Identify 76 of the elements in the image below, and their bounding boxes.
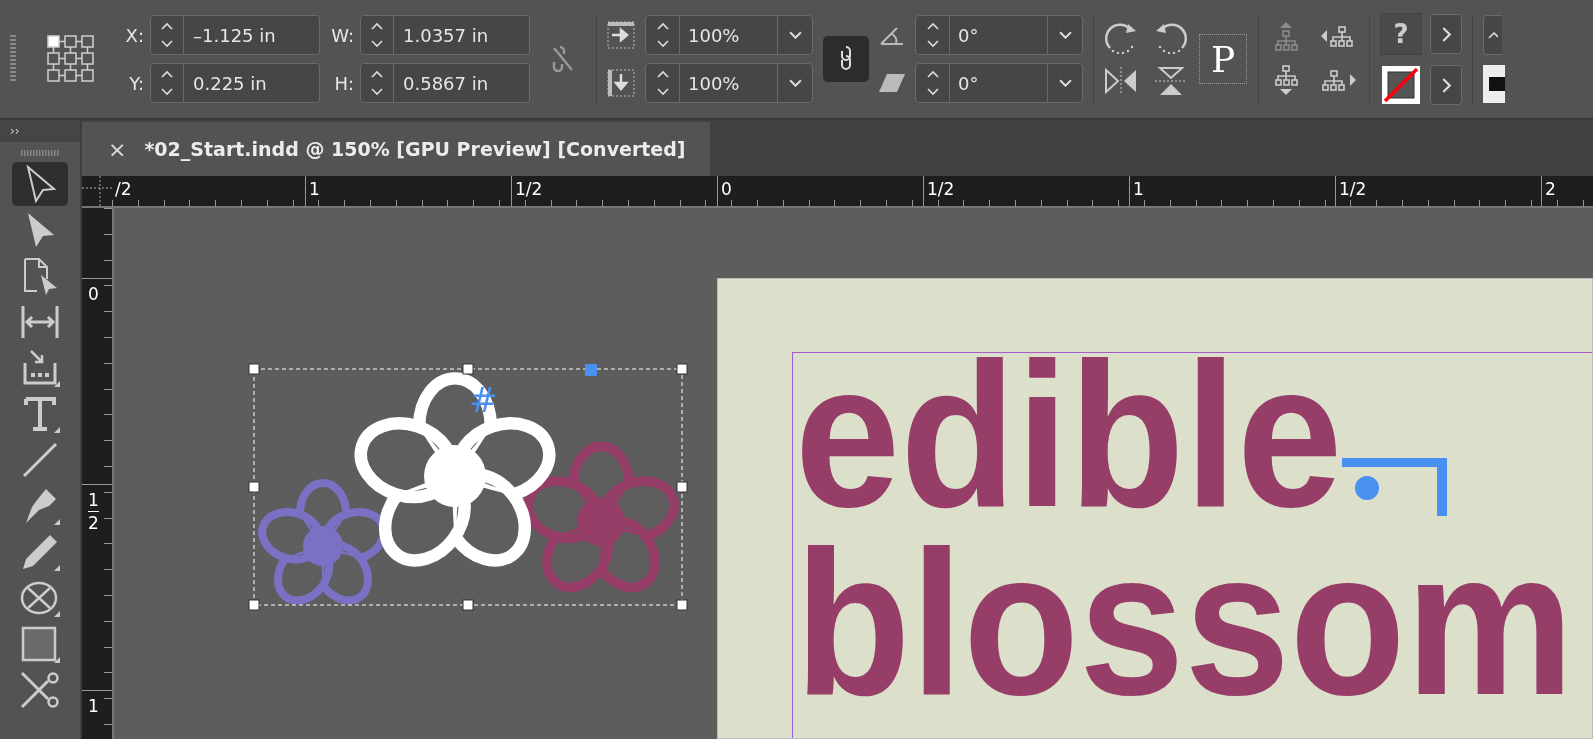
input-field[interactable]: 0.225 in xyxy=(184,63,320,103)
chevron-right-icon xyxy=(1441,77,1451,93)
chevron-up-icon xyxy=(1488,31,1498,39)
up-down-chevrons-icon xyxy=(925,70,940,96)
stroke-swatch-icon[interactable] xyxy=(1483,65,1505,103)
ruler-label: 1/2 xyxy=(511,176,717,206)
ruler-label: 0 xyxy=(88,283,99,305)
ruler-label: 1 xyxy=(1129,176,1335,206)
field-label: X: xyxy=(124,24,144,46)
field-label: Y: xyxy=(128,72,144,94)
ruler-label: 2 xyxy=(88,512,99,534)
caret-icon xyxy=(1058,31,1072,39)
ruler-label: 1/2 xyxy=(923,176,1129,206)
stepper[interactable] xyxy=(360,63,394,103)
shear-angle-icon xyxy=(879,72,905,94)
chevron-button[interactable] xyxy=(1430,65,1462,105)
line-icon xyxy=(20,441,60,479)
caret-icon xyxy=(788,31,802,39)
input-field[interactable]: –1.125 in xyxy=(184,15,320,55)
up-down-chevrons-icon xyxy=(655,70,670,96)
up-down-chevrons-icon xyxy=(160,22,174,48)
ruler-label: 0 xyxy=(717,176,923,206)
pencil-icon xyxy=(20,533,60,571)
dropdown-field[interactable]: 0° xyxy=(915,15,1083,55)
ruler-label: 1 xyxy=(305,176,511,206)
ruler-label: 1/2 xyxy=(1335,176,1541,206)
stepper[interactable] xyxy=(360,15,394,55)
constrain-proportions-button[interactable] xyxy=(823,36,869,82)
tool-button[interactable] xyxy=(12,162,68,206)
caret-icon xyxy=(788,79,802,87)
chevron-right-icon xyxy=(1441,26,1451,42)
ruler-origin-icon[interactable] xyxy=(82,176,112,206)
scale-x-icon xyxy=(607,21,635,49)
text-frame-button[interactable]: P xyxy=(1198,33,1248,85)
up-down-chevrons-icon xyxy=(655,22,670,48)
ruler-label: 2 xyxy=(1541,176,1593,206)
ruler-label: 1 xyxy=(88,695,99,717)
dropdown-field[interactable]: 100% xyxy=(645,15,813,55)
input-field[interactable]: 1.0357 in xyxy=(394,15,530,55)
input-field[interactable]: 0.5867 in xyxy=(394,63,530,103)
broken-chain-icon xyxy=(552,45,574,73)
collapse-toggle[interactable]: ›› xyxy=(0,124,20,138)
field-label: H: xyxy=(333,72,354,94)
dropdown-field[interactable]: 0° xyxy=(915,63,1083,103)
field-label: W: xyxy=(330,24,354,46)
rotate-counterclockwise-icon[interactable] xyxy=(1154,22,1188,54)
grip-icon[interactable] xyxy=(10,35,16,83)
scale-y-icon xyxy=(607,69,635,97)
ruler-label: /2 xyxy=(114,178,133,201)
rotation-angle-icon xyxy=(879,24,905,46)
chevron-button[interactable] xyxy=(1430,14,1462,54)
close-button[interactable]: × xyxy=(108,136,127,162)
caret-icon xyxy=(1058,79,1072,87)
up-down-chevrons-icon xyxy=(160,70,174,96)
up-down-chevrons-icon xyxy=(925,22,940,48)
scissors-icon xyxy=(20,671,60,709)
headline-text: blossom xyxy=(793,529,1575,717)
flip-vertical-icon[interactable] xyxy=(1154,66,1188,96)
rectangle-icon xyxy=(20,625,60,663)
ruler-label: 1 xyxy=(88,489,99,512)
up-down-chevrons-icon xyxy=(370,70,384,96)
chain-link-icon xyxy=(840,46,852,72)
flip-horizontal-icon[interactable] xyxy=(1104,66,1138,96)
grip-icon[interactable] xyxy=(21,150,59,156)
no-fill-swatch-icon[interactable] xyxy=(1382,66,1420,104)
ellipse-cross-icon xyxy=(20,579,60,617)
document-tab[interactable]: × *02_Start.indd @ 150% [GPU Preview] [Converted] xyxy=(82,122,710,176)
dropdown-field[interactable]: 100% xyxy=(645,63,813,103)
help-button[interactable]: ? xyxy=(1380,13,1422,55)
stepper[interactable] xyxy=(150,63,184,103)
reference-point-icon[interactable] xyxy=(46,34,96,84)
up-down-chevrons-icon xyxy=(370,22,384,48)
gap-arrows-icon xyxy=(20,303,60,341)
stepper[interactable] xyxy=(1483,15,1502,55)
rotate-clockwise-icon[interactable] xyxy=(1104,22,1138,54)
stepper[interactable] xyxy=(150,15,184,55)
